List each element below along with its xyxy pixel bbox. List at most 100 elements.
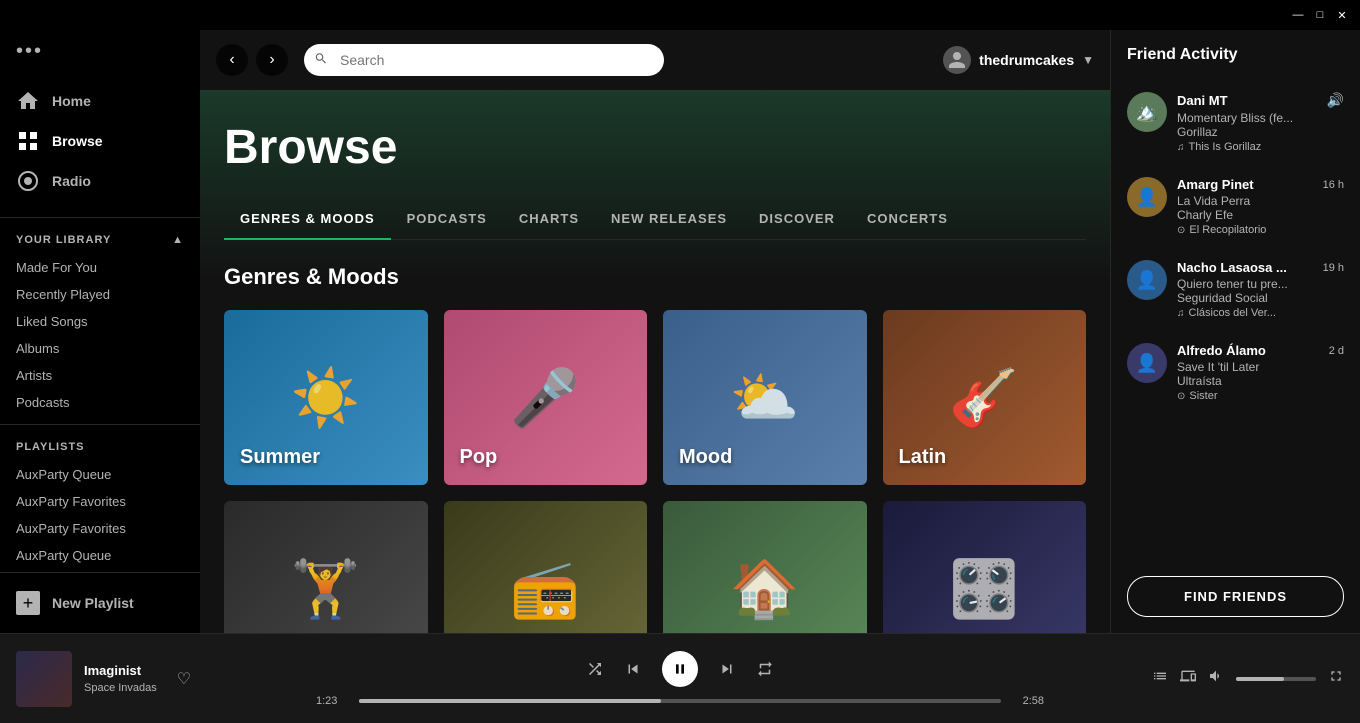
back-button[interactable]: ‹ — [216, 44, 248, 76]
minimize-button[interactable]: — — [1288, 5, 1308, 25]
player-heart-button[interactable]: ♡ — [177, 669, 191, 689]
tab-charts[interactable]: CHARTS — [503, 199, 595, 240]
mood-icon: ⛅ — [730, 365, 800, 431]
sidebar-item-browse[interactable]: Browse — [0, 121, 200, 161]
latin-icon: 🎸 — [949, 365, 1019, 431]
player-progress: 1:23 2:58 — [316, 695, 1044, 707]
tab-discover[interactable]: DISCOVER — [743, 199, 851, 240]
tab-genres-moods[interactable]: GENRES & MOODS — [224, 199, 391, 240]
find-friends-button[interactable]: FIND FRIENDS — [1127, 576, 1344, 617]
sidebar-label-home: Home — [52, 93, 91, 109]
main-content: ‹ › thedrumcakes ▼ — [200, 30, 1110, 723]
browse-icon — [16, 129, 40, 153]
repeat-button[interactable] — [756, 660, 774, 678]
sidebar-item-made-for-you[interactable]: Made For You — [0, 254, 200, 281]
sidebar-item-home[interactable]: Home — [0, 81, 200, 121]
summer-icon: ☀️ — [291, 365, 361, 431]
friend-avatar-dani-mt: 🏔️ — [1127, 92, 1167, 132]
friend-song-amarg: La Vida Perra — [1177, 194, 1344, 208]
new-playlist-button[interactable]: + New Playlist — [16, 585, 184, 621]
search-input[interactable] — [304, 44, 664, 76]
tab-concerts[interactable]: CONCERTS — [851, 199, 964, 240]
sidebar-label-browse: Browse — [52, 133, 103, 149]
browse-title: Browse — [224, 120, 1086, 175]
sidebar-item-radio[interactable]: Radio — [0, 161, 200, 201]
sidebar-item-recently-played[interactable]: Recently Played — [0, 281, 200, 308]
volume-fill — [1236, 677, 1284, 681]
sidebar-item-podcasts[interactable]: Podcasts — [0, 389, 200, 416]
home-icon — [16, 89, 40, 113]
user-profile[interactable]: thedrumcakes ▼ — [943, 46, 1094, 74]
browse-content: Browse GENRES & MOODS PODCASTS CHARTS NE… — [200, 90, 1110, 723]
friend-song-nacho: Quiero tener tu pre... — [1177, 277, 1344, 291]
tab-podcasts[interactable]: PODCASTS — [391, 199, 503, 240]
next-button[interactable] — [718, 660, 736, 678]
friend-avatar-amarg-pinet: 👤 — [1127, 177, 1167, 217]
volume-button[interactable] — [1208, 668, 1224, 689]
previous-button[interactable] — [624, 660, 642, 678]
sidebar-item-artists[interactable]: Artists — [0, 362, 200, 389]
friend-name-amarg: Amarg Pinet — [1177, 177, 1254, 192]
genre-label-mood: Mood — [679, 446, 732, 469]
shuffle-button[interactable] — [586, 660, 604, 678]
friend-name-row-nacho: Nacho Lasaosa ... 19 h — [1177, 260, 1344, 275]
genres-grid: ☀️ Summer 🎤 Pop ⛅ Mood 🎸 — [224, 310, 1086, 676]
sidebar-playlist-auxparty-queue-2[interactable]: AuxParty Queue — [0, 542, 200, 569]
genre-label-pop: Pop — [460, 446, 498, 469]
sidebar-playlist-auxparty-fav-1[interactable]: AuxParty Favorites — [0, 488, 200, 515]
friend-song-dani-mt: Momentary Bliss (fe... — [1177, 111, 1344, 125]
titlebar: — □ ✕ — [0, 0, 1360, 30]
search-icon — [314, 52, 328, 69]
sidebar-playlist-auxparty-queue-1[interactable]: AuxParty Queue — [0, 461, 200, 488]
menu-dots[interactable]: ••• — [0, 30, 200, 73]
volume-bar[interactable] — [1236, 677, 1316, 681]
sidebar-item-albums[interactable]: Albums — [0, 335, 200, 362]
friend-activity-spacer — [1111, 414, 1360, 560]
friend-item-amarg-pinet[interactable]: 👤 Amarg Pinet 16 h La Vida Perra Charly … — [1111, 165, 1360, 248]
friend-playlist-alfredo: ⊙ Sister — [1177, 390, 1344, 402]
genre-card-pop[interactable]: 🎤 Pop — [444, 310, 648, 485]
library-chevron-icon[interactable]: ▲ — [172, 234, 184, 246]
player-time-current: 1:23 — [316, 695, 351, 707]
friend-item-nacho[interactable]: 👤 Nacho Lasaosa ... 19 h Quiero tener tu… — [1111, 248, 1360, 331]
player-controls — [586, 651, 774, 687]
playlist-icon-amarg: ⊙ — [1177, 225, 1185, 236]
forward-button[interactable]: › — [256, 44, 288, 76]
sidebar-item-liked-songs[interactable]: Liked Songs — [0, 308, 200, 335]
sidebar: ••• Home Browse Radio — [0, 30, 200, 633]
close-button[interactable]: ✕ — [1332, 5, 1352, 25]
friend-playlist-nacho: ♫ Clásicos del Ver... — [1177, 307, 1344, 319]
friend-item-dani-mt[interactable]: 🏔️ Dani MT 🔊 Momentary Bliss (fe... Gori… — [1111, 80, 1360, 165]
genres-section: Genres & Moods ☀️ Summer 🎤 Pop ⛅ — [200, 240, 1110, 700]
topbar: ‹ › thedrumcakes ▼ — [200, 30, 1110, 90]
browse-tabs: GENRES & MOODS PODCASTS CHARTS NEW RELEA… — [224, 199, 1086, 240]
friend-time-nacho: 19 h — [1323, 262, 1344, 274]
player-center: 1:23 2:58 — [316, 651, 1044, 707]
decades-icon: 📻 — [510, 556, 580, 622]
sidebar-playlist-auxparty-fav-2[interactable]: AuxParty Favorites — [0, 515, 200, 542]
playlist-icon-alfredo: ⊙ — [1177, 391, 1185, 402]
player-time-total: 2:58 — [1009, 695, 1044, 707]
friend-playlist-dani-mt: ♫ This Is Gorillaz — [1177, 141, 1344, 153]
progress-bar[interactable] — [359, 699, 1001, 703]
friend-time-amarg: 16 h — [1323, 179, 1344, 191]
maximize-button[interactable]: □ — [1310, 5, 1330, 25]
tab-new-releases[interactable]: NEW RELEASES — [595, 199, 743, 240]
play-pause-button[interactable] — [662, 651, 698, 687]
username-label: thedrumcakes — [979, 52, 1074, 68]
player-track-artist: Space Invadas — [84, 682, 157, 694]
devices-button[interactable] — [1180, 668, 1196, 689]
browse-header: Browse — [200, 90, 1110, 175]
player-track-info: Imaginist Space Invadas — [84, 663, 157, 694]
playlist-icon-nacho: ♫ — [1177, 308, 1185, 319]
fullscreen-button[interactable] — [1328, 668, 1344, 689]
genre-card-latin[interactable]: 🎸 Latin — [883, 310, 1087, 485]
player-thumbnail — [16, 651, 72, 707]
genre-card-summer[interactable]: ☀️ Summer — [224, 310, 428, 485]
friend-item-alfredo[interactable]: 👤 Alfredo Álamo 2 d Save It 'til Later U… — [1111, 331, 1360, 414]
library-list: Made For You Recently Played Liked Songs… — [0, 254, 200, 572]
friend-name-row-amarg: Amarg Pinet 16 h — [1177, 177, 1344, 192]
genre-card-mood[interactable]: ⛅ Mood — [663, 310, 867, 485]
sidebar-label-radio: Radio — [52, 173, 91, 189]
queue-button[interactable] — [1152, 668, 1168, 689]
